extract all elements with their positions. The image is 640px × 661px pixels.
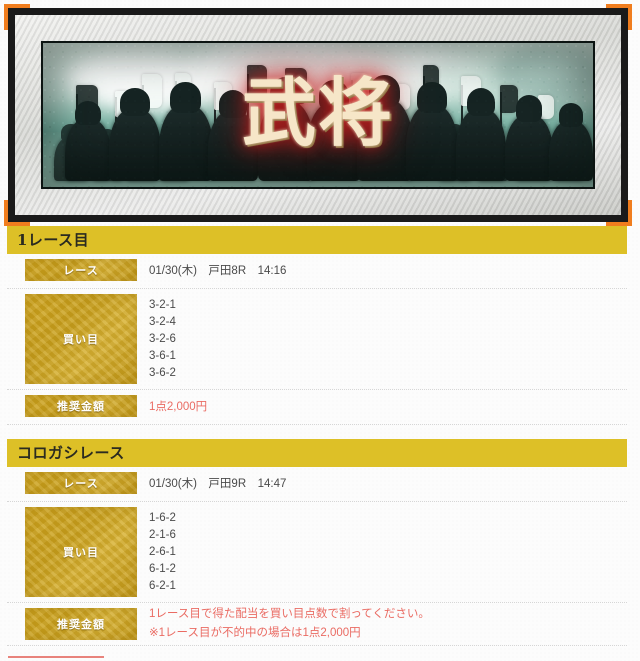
row-label-kingaku: 推奨金額 xyxy=(25,395,137,417)
race-detail-line: 01/30(木) 戸田9R 14:47 xyxy=(149,477,287,490)
row-label-kaime: 買い目 xyxy=(25,294,137,384)
banner-stone-frame: 武将 xyxy=(15,15,621,215)
row-value-kaime: 3-2-1 3-2-4 3-2-6 3-6-1 3-6-2 xyxy=(137,289,627,389)
race-detail-line: 01/30(木) 戸田8R 14:16 xyxy=(149,264,287,277)
kingaku-line: ※1レース目が不的中の場合は1点2,000円 xyxy=(149,627,361,639)
section-race-1: 1レース目 レース 01/30(木) 戸田8R 14:16 買い目 3-2-1 … xyxy=(0,226,640,425)
kaime-line: 6-2-1 xyxy=(149,579,176,592)
section-header-race-1: 1レース目 xyxy=(7,226,627,254)
row-label-kingaku: 推奨金額 xyxy=(25,608,137,640)
table-row-race: レース 01/30(木) 戸田8R 14:16 xyxy=(7,254,627,289)
kaime-line: 3-6-1 xyxy=(149,349,176,362)
table-row-kaime: 買い目 1-6-2 2-1-6 2-6-1 6-1-2 6-2-1 xyxy=(7,502,627,603)
kingaku-line: 1レース目で得た配当を買い目点数で割ってください。 xyxy=(149,608,430,620)
section-rows-race-2: レース 01/30(木) 戸田9R 14:47 買い目 1-6-2 2-1-6 … xyxy=(7,467,627,646)
row-value-kaime: 1-6-2 2-1-6 2-6-1 6-1-2 6-2-1 xyxy=(137,502,627,602)
row-value-kingaku: 1点2,000円 xyxy=(137,390,627,424)
banner-outer-border: 武将 xyxy=(8,8,628,222)
footer-accent-rule xyxy=(8,656,104,658)
banner-title: 武将 xyxy=(242,70,394,157)
row-value-race: 01/30(木) 戸田9R 14:47 xyxy=(137,467,627,501)
section-race-2: コロガシレース レース 01/30(木) 戸田9R 14:47 買い目 1-6-… xyxy=(0,439,640,646)
table-row-kingaku: 推奨金額 1レース目で得た配当を買い目点数で割ってください。 ※1レース目が不的… xyxy=(7,603,627,646)
table-row-race: レース 01/30(木) 戸田9R 14:47 xyxy=(7,467,627,502)
section-rows-race-1: レース 01/30(木) 戸田8R 14:16 買い目 3-2-1 3-2-4 … xyxy=(7,254,627,425)
kaime-line: 2-6-1 xyxy=(149,545,176,558)
kaime-line: 3-2-4 xyxy=(149,315,176,328)
kaime-line: 2-1-6 xyxy=(149,528,176,541)
banner-inner-border: 武将 xyxy=(41,41,595,189)
table-row-kingaku: 推奨金額 1点2,000円 xyxy=(7,390,627,425)
kaime-line: 3-2-6 xyxy=(149,332,176,345)
section-header-race-2: コロガシレース xyxy=(7,439,627,467)
row-label-race: レース xyxy=(25,259,137,281)
kingaku-line: 1点2,000円 xyxy=(149,400,208,413)
kaime-line: 6-1-2 xyxy=(149,562,176,575)
row-label-race: レース xyxy=(25,472,137,494)
kaime-line: 3-6-2 xyxy=(149,366,176,379)
table-row-kaime: 買い目 3-2-1 3-2-4 3-2-6 3-6-1 3-6-2 xyxy=(7,289,627,390)
kaime-line: 3-2-1 xyxy=(149,298,176,311)
banner-photo: 武将 xyxy=(43,43,593,187)
site-banner: 武将 xyxy=(4,4,632,226)
kaime-line: 1-6-2 xyxy=(149,511,176,524)
row-value-kingaku: 1レース目で得た配当を買い目点数で割ってください。 ※1レース目が不的中の場合は… xyxy=(137,603,627,645)
row-label-kaime: 買い目 xyxy=(25,507,137,597)
row-value-race: 01/30(木) 戸田8R 14:16 xyxy=(137,254,627,288)
